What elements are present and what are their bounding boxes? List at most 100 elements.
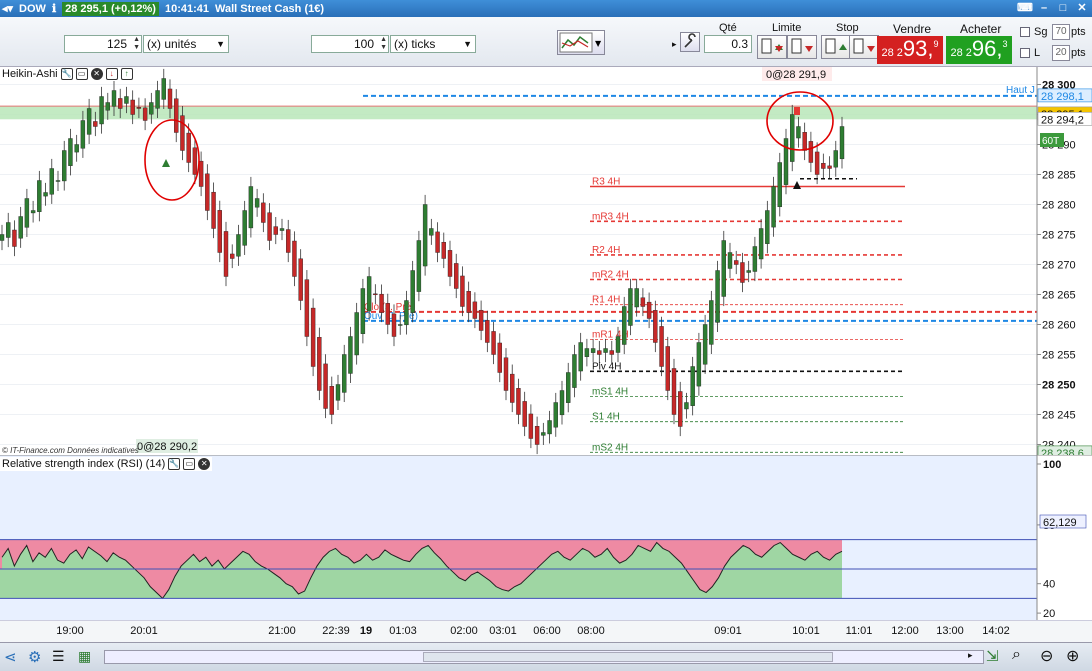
chart-style-icon: ▼ — [559, 32, 602, 53]
limit-buy-button[interactable] — [757, 35, 787, 59]
price-axis-label: 28 280 — [1042, 200, 1076, 212]
move-down-icon[interactable]: ↓ — [105, 68, 118, 80]
window-icon[interactable]: ▭ — [75, 68, 88, 80]
time-axis-label: 01:03 — [389, 625, 417, 637]
info-icon[interactable]: ℹ — [52, 2, 56, 15]
rsi-chart[interactable]: 10080402062,129 — [0, 455, 1092, 620]
candle-body — [161, 78, 166, 100]
horizontal-scrollbar[interactable] — [104, 650, 984, 664]
limit-sell-button[interactable] — [787, 35, 817, 59]
list-icon[interactable]: ☰ — [52, 648, 65, 665]
time-axis-label: 14:02 — [982, 625, 1010, 637]
candle-body — [86, 108, 92, 135]
candle-body — [528, 413, 534, 439]
tools-icon[interactable]: ⚙ — [28, 648, 41, 666]
sg-checkbox[interactable] — [1020, 27, 1030, 37]
zoom-in-icon[interactable]: ⊕ — [1066, 646, 1079, 666]
candle-body — [740, 262, 745, 283]
buy-price-prefix: 28 2 — [950, 47, 972, 59]
candle-body — [839, 126, 845, 160]
pivot-level-label: mS2 4H — [592, 442, 628, 453]
close-icon[interactable]: ✕ — [90, 68, 103, 80]
ticks-value: 100 — [353, 37, 374, 51]
candle-body — [242, 210, 247, 246]
auto-scale-icon[interactable]: ⇲ — [986, 647, 999, 665]
share-icon[interactable]: ⋖ — [4, 648, 17, 666]
scroll-right-icon[interactable]: ▸ — [968, 650, 973, 661]
price-axis-label: 28 270 — [1042, 260, 1076, 272]
instrument-name[interactable]: DOW — [19, 3, 46, 15]
candle-body — [578, 342, 583, 372]
time-axis-label: 20:01 — [130, 625, 158, 637]
close-icon[interactable]: ✕ — [198, 458, 211, 470]
expand-arrow-icon[interactable]: ▸ — [672, 39, 677, 50]
zoom-fit-icon[interactable]: ⌕ — [1012, 646, 1021, 664]
candle-body — [261, 202, 266, 223]
rsi-value-tag: 62,129 — [1043, 517, 1077, 529]
candle-body — [130, 99, 135, 115]
wrench-button[interactable] — [680, 32, 700, 52]
candle-body — [223, 231, 229, 277]
heikin-ashi-header[interactable]: Heikin-Ashi 🔧 ▭ ✕ ↓ ↑ — [0, 67, 135, 81]
minimize-icon[interactable]: – — [1036, 1, 1052, 15]
chart-style-button[interactable]: ▼ — [557, 30, 605, 55]
quantity-unit-select[interactable]: (x) unités ▼ — [143, 35, 229, 53]
buy-price-decimal: 3 — [1002, 39, 1008, 49]
l-checkbox[interactable] — [1020, 48, 1030, 58]
ticks-stepper[interactable]: 100 ▲ ▼ — [311, 35, 389, 53]
maximize-icon[interactable]: □ — [1055, 1, 1071, 15]
stop-buy-button[interactable] — [821, 35, 851, 59]
candle-body — [205, 173, 210, 211]
candle-body — [727, 252, 733, 269]
candle-body — [55, 180, 61, 182]
rsi-title: Relative strength index (RSI) (14) — [2, 458, 166, 470]
sell-marker-icon — [794, 107, 800, 115]
stepper-arrows-icon[interactable]: ▲ ▼ — [133, 36, 140, 52]
buy-label: Acheter — [960, 22, 1002, 36]
candle-body — [136, 107, 142, 109]
quantity-stepper[interactable]: 125 ▲ ▼ — [64, 35, 142, 53]
candle-body — [721, 240, 726, 297]
candle-body — [628, 288, 633, 326]
candle-body — [640, 297, 646, 307]
candle-body — [678, 391, 683, 427]
scrollbar-thumb[interactable] — [423, 652, 833, 662]
close-icon[interactable]: ✕ — [1074, 1, 1090, 15]
stepper-arrows-icon[interactable]: ▲ ▼ — [380, 36, 387, 52]
window-icon[interactable]: ▭ — [183, 458, 196, 470]
price-axis-label: 28 255 — [1042, 350, 1076, 362]
candle-body — [310, 307, 316, 367]
keyboard-icon[interactable]: ⌨ — [1017, 1, 1033, 15]
sell-button[interactable]: 28 2 93, 9 — [877, 36, 943, 64]
candle-body — [254, 198, 260, 208]
candle-body — [534, 426, 540, 445]
pivot-level-label: R2 4H — [592, 245, 620, 256]
price-axis-label: 28 260 — [1042, 320, 1076, 332]
move-up-icon[interactable]: ↑ — [120, 68, 133, 80]
candle-body — [808, 141, 814, 163]
candle-body — [715, 270, 720, 323]
l-label: L — [1034, 47, 1041, 59]
zoom-out-icon[interactable]: ⊖ — [1040, 646, 1053, 666]
candle-body — [335, 384, 341, 401]
ticks-unit-select[interactable]: (x) ticks ▼ — [390, 35, 476, 53]
timeframe-tag: 60T — [1042, 136, 1059, 147]
l-input[interactable]: 20 — [1052, 45, 1070, 61]
sg-input[interactable]: 70 — [1052, 24, 1070, 40]
price-chart[interactable]: Haut JClo (J. Pré)Ouv (J. Pré)R3 4HmR3 4… — [0, 67, 1092, 455]
wrench-icon[interactable]: 🔧 — [60, 68, 73, 80]
candle-body — [796, 126, 801, 139]
stop-sell-button[interactable] — [849, 35, 879, 59]
pivot-level-label: Piv 4H — [592, 361, 621, 372]
buy-price-main: 96, — [971, 36, 1003, 61]
candle-body — [149, 102, 154, 115]
indicator-icon[interactable]: ▦ — [78, 648, 91, 665]
chevron-down-icon[interactable]: ◂▾ — [2, 2, 13, 15]
candle-body — [441, 241, 446, 259]
rsi-header[interactable]: Relative strength index (RSI) (14) 🔧 ▭ ✕ — [0, 457, 213, 471]
buy-button[interactable]: 28 2 96, 3 — [946, 36, 1012, 64]
wrench-icon[interactable]: 🔧 — [168, 458, 181, 470]
candle-body — [752, 246, 758, 272]
candle-body — [43, 192, 48, 197]
order-qty-input[interactable]: 0.3 — [704, 35, 752, 53]
